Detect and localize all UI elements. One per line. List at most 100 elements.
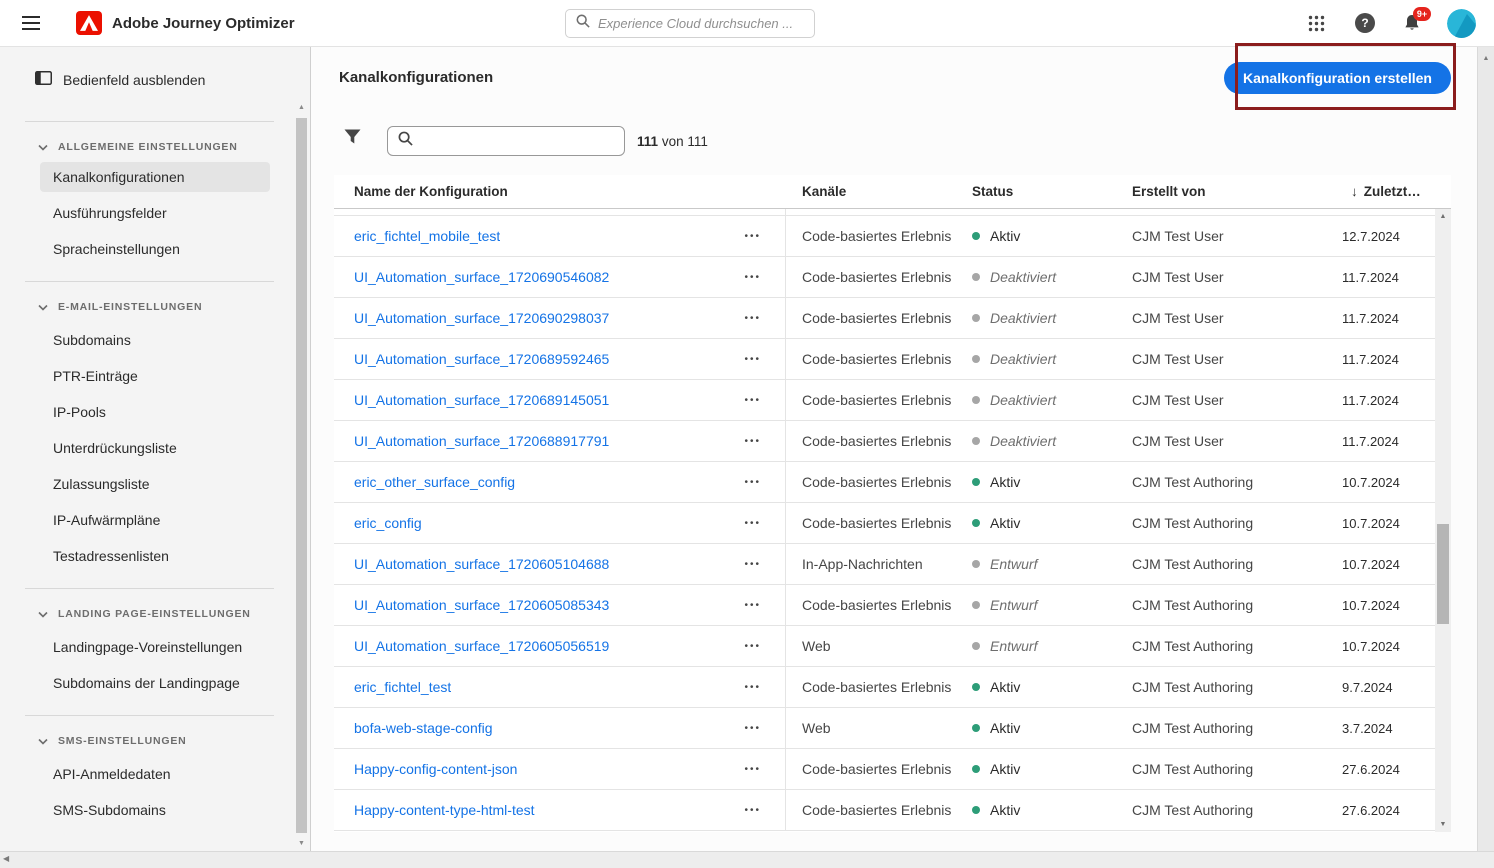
scrollbar-thumb[interactable]: [1437, 524, 1449, 624]
status-cell: Deaktiviert: [956, 269, 1116, 285]
status-cell: Aktiv: [956, 761, 1116, 777]
config-name-link[interactable]: eric_config: [354, 515, 422, 531]
sidebar-item-spracheinstellungen[interactable]: Spracheinstellungen: [25, 231, 274, 267]
created-by-cell: CJM Test User: [1132, 433, 1224, 449]
config-name-link[interactable]: eric_other_surface_config: [354, 474, 515, 490]
status-cell: Entwurf: [956, 638, 1116, 654]
config-name-link[interactable]: Happy-config-content-json: [354, 761, 517, 777]
row-actions-icon[interactable]: •••: [742, 801, 763, 820]
sidebar-item-api-anmeldedaten[interactable]: API-Anmeldedaten: [25, 756, 274, 792]
config-name-link[interactable]: UI_Automation_surface_1720689145051: [354, 392, 609, 408]
sidebar-section-header-sms-einstellungen[interactable]: SMS-EINSTELLUNGEN: [25, 732, 274, 750]
chevron-down-icon: [38, 732, 48, 750]
sidebar-item-subdomains[interactable]: Subdomains: [25, 322, 274, 358]
created-by-cell: CJM Test Authoring: [1132, 474, 1254, 490]
last-modified-cell: 9.7.2024: [1342, 679, 1393, 695]
sidebar-scrollbar[interactable]: ▲ ▼: [295, 102, 308, 849]
row-actions-icon[interactable]: •••: [742, 719, 763, 738]
row-actions-icon[interactable]: •••: [742, 514, 763, 533]
column-header-name[interactable]: Name der Konfiguration: [334, 184, 786, 199]
sidebar-item-testadressenlisten[interactable]: Testadressenlisten: [25, 538, 274, 574]
last-modified-cell: 10.7.2024: [1342, 638, 1400, 654]
row-actions-icon[interactable]: •••: [742, 227, 763, 246]
scroll-up-icon[interactable]: ▲: [295, 104, 308, 111]
global-search-input[interactable]: [598, 16, 804, 31]
search-icon: [398, 131, 413, 151]
row-actions-icon[interactable]: •••: [742, 268, 763, 287]
table-search-input[interactable]: [421, 133, 614, 149]
row-actions-icon[interactable]: •••: [742, 596, 763, 615]
config-name-link[interactable]: UI_Automation_surface_1720605085343: [354, 597, 609, 613]
config-name-link[interactable]: Happy-content-type-html-test: [354, 802, 535, 818]
column-header-status[interactable]: Status: [956, 184, 1116, 199]
sidebar-item-unterdr-ckungsliste[interactable]: Unterdrückungsliste: [25, 430, 274, 466]
config-name-link[interactable]: UI_Automation_surface_1720690298037: [354, 310, 609, 326]
config-name-link[interactable]: bofa-web-stage-config: [354, 720, 493, 736]
sidebar-item-landingpage-voreinstellungen[interactable]: Landingpage-Voreinstellungen: [25, 629, 274, 665]
horizontal-scrollbar[interactable]: ◀: [0, 851, 1494, 868]
table-header: Name der Konfiguration Kanäle Status Ers…: [334, 175, 1451, 209]
table-row: eric_fichtel_test ••• Code-basiertes Erl…: [334, 667, 1435, 708]
row-actions-icon[interactable]: •••: [742, 760, 763, 779]
row-actions-icon[interactable]: •••: [742, 309, 763, 328]
channel-cell: Code-basiertes Erlebnis: [802, 392, 952, 408]
chevron-down-icon: [38, 298, 48, 316]
channel-cell: Web: [802, 638, 831, 654]
config-name-link[interactable]: eric_fichtel_mobile_test: [354, 228, 500, 244]
config-name-link[interactable]: eric_fichtel_test: [354, 679, 451, 695]
status-dot: [972, 355, 980, 363]
sidebar-item-ip-aufw-rmpl-ne[interactable]: IP-Aufwärmpläne: [25, 502, 274, 538]
config-name-link[interactable]: UI_Automation_surface_1720605104688: [354, 556, 609, 572]
create-channel-configuration-button[interactable]: Kanalkonfiguration erstellen: [1223, 62, 1451, 94]
config-name-link[interactable]: UI_Automation_surface_1720605056519: [354, 638, 609, 654]
sidebar-item-sms-subdomains[interactable]: SMS-Subdomains: [25, 792, 274, 828]
table-row: UI_Automation_surface_1720689592465 ••• …: [334, 339, 1435, 380]
hide-panel-button[interactable]: Bedienfeld ausblenden: [35, 71, 205, 88]
table-scrollbar[interactable]: ▲ ▼: [1435, 209, 1451, 832]
sidebar-item-ptr-eintr-ge[interactable]: PTR-Einträge: [25, 358, 274, 394]
table-row: UI_Automation_surface_1720605104688 ••• …: [334, 544, 1435, 585]
row-actions-icon[interactable]: •••: [742, 637, 763, 656]
column-header-last-modified[interactable]: ↓ Zuletzt…: [1329, 184, 1451, 199]
page-scrollbar[interactable]: ▲: [1477, 47, 1494, 851]
created-by-cell: CJM Test Authoring: [1132, 761, 1254, 777]
user-avatar[interactable]: [1447, 9, 1476, 38]
scroll-up-icon[interactable]: ▲: [1435, 213, 1451, 220]
row-actions-icon[interactable]: •••: [742, 350, 763, 369]
row-actions-icon[interactable]: •••: [742, 678, 763, 697]
table-row: eric_config ••• Code-basiertes Erlebnis …: [334, 503, 1435, 544]
status-dot: [972, 519, 980, 527]
filter-icon[interactable]: [344, 129, 361, 148]
last-modified-cell: 3.7.2024: [1342, 720, 1393, 736]
scroll-left-icon[interactable]: ◀: [3, 854, 9, 863]
row-actions-icon[interactable]: •••: [742, 432, 763, 451]
hamburger-menu-icon[interactable]: [22, 16, 40, 30]
scroll-down-icon[interactable]: ▼: [1435, 821, 1451, 828]
apps-grid-icon[interactable]: [1308, 15, 1325, 35]
row-actions-icon[interactable]: •••: [742, 473, 763, 492]
sidebar-item-subdomains-der-landingpage[interactable]: Subdomains der Landingpage: [25, 665, 274, 701]
scroll-up-icon[interactable]: ▲: [1478, 55, 1494, 62]
config-name-link[interactable]: UI_Automation_surface_1720689592465: [354, 351, 609, 367]
status-cell: Deaktiviert: [956, 310, 1116, 326]
row-actions-icon[interactable]: •••: [742, 391, 763, 410]
collapse-panel-icon: [35, 71, 52, 88]
sidebar-item-ausf-hrungsfelder[interactable]: Ausführungsfelder: [25, 195, 274, 231]
status-label: Entwurf: [990, 556, 1038, 572]
sidebar-section-header-landing-page-einstellungen[interactable]: LANDING PAGE-EINSTELLUNGEN: [25, 605, 274, 623]
sidebar-item-kanalkonfigurationen[interactable]: Kanalkonfigurationen: [40, 162, 270, 192]
scrollbar-thumb[interactable]: [296, 118, 307, 833]
sidebar-item-ip-pools[interactable]: IP-Pools: [25, 394, 274, 430]
row-actions-icon[interactable]: •••: [742, 555, 763, 574]
left-rail: Bedienfeld ausblenden ALLGEMEINE EINSTEL…: [0, 47, 311, 851]
sidebar-section-header-allgemeine-einstellungen[interactable]: ALLGEMEINE EINSTELLUNGEN: [25, 138, 274, 156]
sidebar-item-zulassungsliste[interactable]: Zulassungsliste: [25, 466, 274, 502]
column-header-channels[interactable]: Kanäle: [786, 184, 956, 199]
column-header-created-by[interactable]: Erstellt von: [1116, 184, 1329, 199]
scroll-down-icon[interactable]: ▼: [295, 840, 308, 847]
status-cell: Aktiv: [956, 474, 1116, 490]
help-icon[interactable]: ?: [1355, 13, 1375, 33]
sidebar-section-header-e-mail-einstellungen[interactable]: E-MAIL-EINSTELLUNGEN: [25, 298, 274, 316]
config-name-link[interactable]: UI_Automation_surface_1720690546082: [354, 269, 609, 285]
config-name-link[interactable]: UI_Automation_surface_1720688917791: [354, 433, 609, 449]
